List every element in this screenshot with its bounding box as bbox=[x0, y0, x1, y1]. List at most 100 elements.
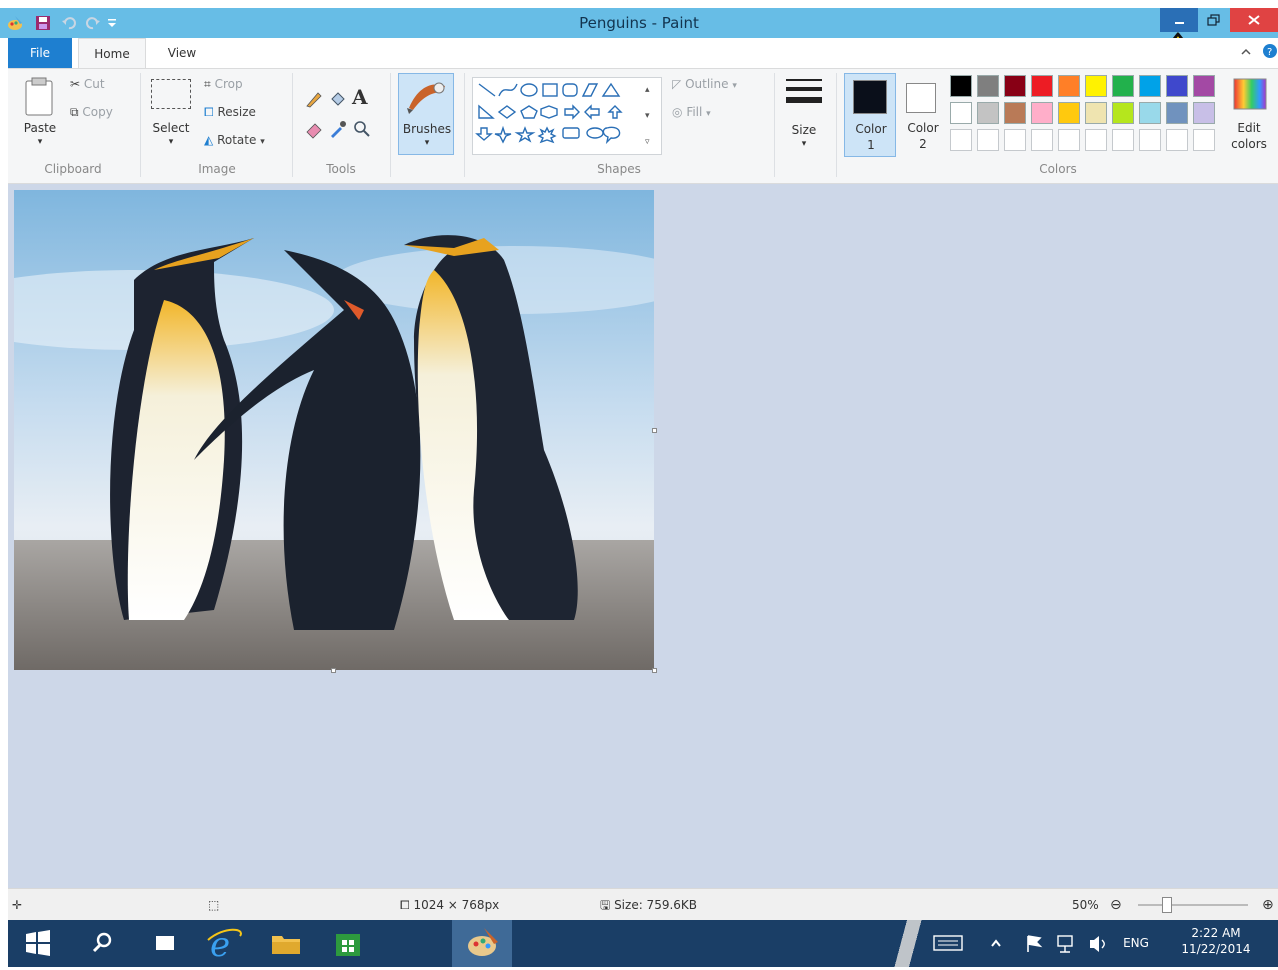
copy-button[interactable]: ⧉ Copy bbox=[70, 105, 140, 123]
fill-bucket-icon[interactable] bbox=[328, 89, 348, 109]
palette-swatch[interactable] bbox=[1166, 129, 1188, 151]
palette-swatch[interactable] bbox=[1004, 129, 1026, 151]
zoom-slider[interactable] bbox=[1138, 904, 1248, 906]
pencil-icon[interactable] bbox=[304, 89, 324, 109]
tab-home[interactable]: Home bbox=[78, 38, 146, 68]
edit-colors-label-2: colors bbox=[1231, 137, 1267, 151]
customize-quick-access-icon[interactable] bbox=[106, 16, 118, 34]
palette-swatch[interactable] bbox=[1193, 102, 1215, 124]
edit-colors-button[interactable]: Edit colors bbox=[1224, 75, 1274, 157]
crop-icon: ⌗ bbox=[204, 77, 211, 91]
palette-swatch[interactable] bbox=[1031, 102, 1053, 124]
palette-swatch[interactable] bbox=[1193, 129, 1215, 151]
paint-app-icon[interactable] bbox=[6, 14, 24, 32]
brushes-button[interactable]: Brushes ▾ bbox=[398, 73, 454, 155]
svg-text:▴: ▴ bbox=[645, 85, 650, 95]
action-center-icon[interactable] bbox=[1020, 920, 1046, 967]
palette-swatch[interactable] bbox=[1031, 129, 1053, 151]
crop-label: Crop bbox=[214, 77, 243, 91]
crop-button[interactable]: ⌗ Crop bbox=[204, 77, 284, 95]
palette-swatch[interactable] bbox=[977, 75, 999, 97]
resize-label: Resize bbox=[217, 105, 256, 119]
tab-view[interactable]: View bbox=[150, 38, 214, 68]
volume-icon[interactable] bbox=[1084, 920, 1110, 967]
redo-icon[interactable] bbox=[84, 14, 102, 32]
palette-swatch[interactable] bbox=[1193, 75, 1215, 97]
divider bbox=[836, 73, 837, 177]
language-indicator[interactable]: ENG bbox=[1118, 920, 1154, 967]
zoom-out-icon[interactable]: ⊖ bbox=[1110, 889, 1126, 921]
help-icon[interactable]: ? bbox=[1262, 43, 1278, 59]
select-icon bbox=[151, 79, 191, 109]
touch-keyboard-button[interactable] bbox=[924, 920, 974, 967]
zoom-in-icon[interactable]: ⊕ bbox=[1262, 889, 1278, 921]
paste-button[interactable]: Paste ▾ bbox=[20, 77, 60, 157]
outline-button[interactable]: ◸ Outline ▾ bbox=[672, 77, 772, 95]
fill-button[interactable]: ◎ Fill ▾ bbox=[672, 105, 772, 123]
palette-swatch[interactable] bbox=[950, 75, 972, 97]
collapse-ribbon-icon[interactable] bbox=[1240, 46, 1252, 58]
store-button[interactable] bbox=[318, 920, 378, 967]
color1-button[interactable]: Color 1 bbox=[844, 73, 896, 157]
rotate-button[interactable]: ◭ Rotate ▾ bbox=[204, 133, 284, 151]
palette-swatch[interactable] bbox=[1112, 129, 1134, 151]
paint-taskbar-button[interactable] bbox=[452, 920, 512, 967]
network-icon[interactable] bbox=[1052, 920, 1078, 967]
rotate-icon: ◭ bbox=[204, 133, 214, 147]
image-group-label: Image bbox=[198, 162, 236, 176]
undo-icon[interactable] bbox=[60, 14, 78, 32]
palette-swatch[interactable] bbox=[1004, 75, 1026, 97]
size-button[interactable]: Size ▾ bbox=[782, 75, 826, 157]
palette-swatch[interactable] bbox=[1085, 129, 1107, 151]
palette-swatch[interactable] bbox=[1031, 75, 1053, 97]
palette-swatch[interactable] bbox=[950, 102, 972, 124]
brushes-label: Brushes bbox=[402, 122, 452, 136]
shapes-gallery[interactable]: ▴ ▾ ▿ bbox=[472, 77, 662, 155]
close-button[interactable] bbox=[1230, 8, 1278, 32]
palette-swatch[interactable] bbox=[1166, 75, 1188, 97]
palette-swatch[interactable] bbox=[977, 129, 999, 151]
folder-icon bbox=[272, 936, 300, 954]
palette-swatch[interactable] bbox=[1112, 75, 1134, 97]
start-button[interactable] bbox=[8, 920, 68, 967]
resize-handle-right[interactable] bbox=[652, 428, 657, 433]
minimize-button[interactable] bbox=[1160, 8, 1198, 32]
color2-button[interactable]: Color 2 bbox=[898, 73, 948, 157]
restore-button[interactable] bbox=[1194, 8, 1232, 32]
clock[interactable]: 2:22 AM 11/22/2014 bbox=[1158, 926, 1274, 962]
palette-swatch[interactable] bbox=[1085, 102, 1107, 124]
palette-swatch[interactable] bbox=[1166, 102, 1188, 124]
palette-swatch[interactable] bbox=[1058, 129, 1080, 151]
palette-swatch[interactable] bbox=[977, 102, 999, 124]
file-explorer-button[interactable] bbox=[256, 920, 316, 967]
select-button[interactable]: Select ▾ bbox=[148, 79, 194, 159]
cut-button[interactable]: ✂ Cut bbox=[70, 77, 140, 95]
color-picker-icon[interactable] bbox=[328, 119, 348, 139]
palette-swatch[interactable] bbox=[1139, 75, 1161, 97]
palette-swatch[interactable] bbox=[950, 129, 972, 151]
text-tool-icon[interactable]: A bbox=[352, 85, 372, 109]
palette-swatch[interactable] bbox=[1139, 102, 1161, 124]
palette-swatch[interactable] bbox=[1058, 102, 1080, 124]
internet-explorer-button[interactable]: e bbox=[194, 920, 254, 967]
zoom-slider-thumb[interactable] bbox=[1162, 897, 1172, 913]
task-view-button[interactable] bbox=[134, 920, 194, 967]
image-size-text: 1024 × 768px bbox=[413, 898, 500, 912]
search-button[interactable] bbox=[72, 920, 132, 967]
resize-handle-corner[interactable] bbox=[652, 668, 657, 673]
show-hidden-icons-button[interactable] bbox=[984, 920, 1008, 967]
save-icon[interactable] bbox=[34, 14, 52, 32]
palette-swatch[interactable] bbox=[1139, 129, 1161, 151]
eraser-icon[interactable] bbox=[304, 119, 324, 139]
resize-button[interactable]: ⧠ Resize bbox=[204, 105, 284, 123]
palette-swatch[interactable] bbox=[1112, 102, 1134, 124]
palette-swatch[interactable] bbox=[1058, 75, 1080, 97]
palette-swatch[interactable] bbox=[1004, 102, 1026, 124]
tab-file[interactable]: File bbox=[8, 38, 72, 68]
edit-colors-label: Edit bbox=[1237, 121, 1261, 135]
canvas-image[interactable] bbox=[14, 190, 654, 670]
resize-handle-bottom[interactable] bbox=[331, 668, 336, 673]
palette-swatch[interactable] bbox=[1085, 75, 1107, 97]
line-size-icon bbox=[786, 79, 822, 103]
magnifier-icon[interactable] bbox=[352, 119, 372, 139]
